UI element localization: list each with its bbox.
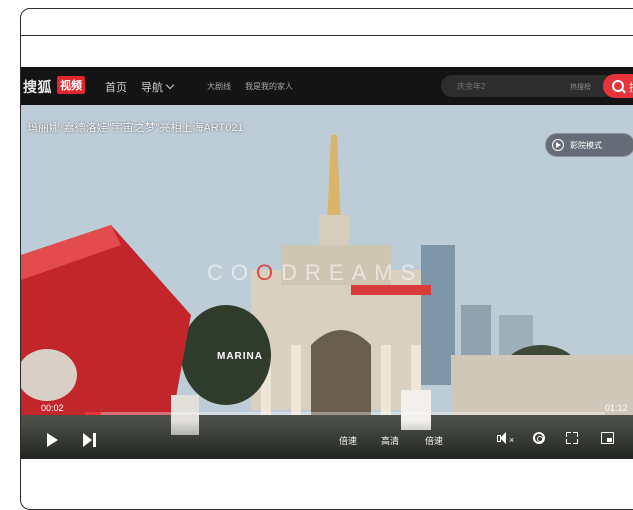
nav-link-show[interactable]: 我是我的家人 [245, 81, 293, 92]
volume-mute-icon[interactable]: × [497, 431, 515, 447]
logo-badge[interactable]: 视频 [57, 76, 85, 94]
search-button-label: 搜 [629, 79, 633, 95]
progress-bar[interactable] [85, 412, 605, 415]
total-time: 01:12 [605, 403, 628, 413]
settings-icon[interactable] [533, 432, 545, 444]
cinema-mode-label: 影院模式 [570, 141, 602, 150]
nav-menu-label: 导航 [141, 82, 163, 94]
browser-card: 搜狐 视频 首页 导航 大剧线 我是我的家人 热搜榜 搜 [20, 8, 633, 510]
video-watermark: COODREAMS [207, 260, 423, 286]
video-title: 玛丽娜·嘉德洛娃"宇宙之梦"亮相上海ART021 [27, 122, 244, 134]
quality-button[interactable]: 高清 [381, 434, 399, 447]
watermark-red-o: O [256, 260, 282, 285]
watermark-prefix: CO [207, 260, 256, 285]
search-button[interactable]: 搜 [603, 74, 633, 98]
card-title-bar [21, 9, 633, 36]
play-circle-icon [552, 139, 564, 151]
play-icon[interactable] [47, 433, 58, 447]
watermark-suffix: DREAMS [281, 260, 424, 285]
picture-in-picture-icon[interactable] [601, 432, 614, 444]
nav-home[interactable]: 首页 [105, 79, 127, 95]
video-player[interactable]: 玛丽娜·嘉德洛娃"宇宙之梦"亮相上海ART021 影院模式 COODREAMS … [21, 105, 633, 459]
nav-menu[interactable]: 导航 [141, 79, 175, 95]
speed-button[interactable]: 倍速 [339, 434, 357, 447]
mini-window-icon[interactable] [566, 432, 578, 444]
cinema-mode-button[interactable]: 影院模式 [545, 133, 633, 157]
chevron-down-icon [165, 80, 175, 90]
scene-text: MARINA [217, 351, 263, 362]
site-header: 搜狐 视频 首页 导航 大剧线 我是我的家人 热搜榜 搜 [21, 67, 633, 105]
hot-search-tag[interactable]: 热搜榜 [570, 82, 591, 92]
site-logo[interactable]: 搜狐 [23, 77, 52, 97]
current-time: 00:02 [41, 403, 64, 413]
progress-fill [85, 412, 101, 415]
rate-button[interactable]: 倍速 [425, 434, 443, 447]
next-icon[interactable] [83, 433, 97, 447]
nav-link-drama[interactable]: 大剧线 [207, 81, 231, 92]
player-controls: 倍速 高清 倍速 × [21, 421, 633, 459]
